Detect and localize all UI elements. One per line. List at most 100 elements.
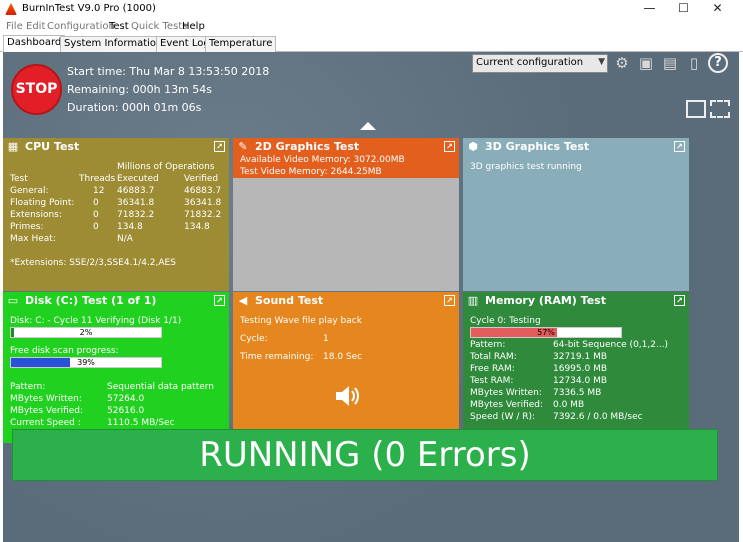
single-window-view-icon[interactable]	[686, 100, 706, 118]
scroll-up-arrow[interactable]	[360, 122, 376, 130]
disk-speed-label: Current Speed :	[10, 418, 81, 428]
disk-drive-icon: ▭	[7, 294, 19, 307]
disk-test-panel: ▭ Disk (C:) Test (1 of 1) ↗ Disk: C: - C…	[3, 292, 229, 443]
memory-row-label: MBytes Written:	[470, 388, 542, 398]
expand-icon[interactable]: ↗	[674, 295, 685, 306]
cpu-col-verified: Verified	[184, 174, 219, 184]
app-flame-icon	[5, 3, 17, 15]
disk-pattern-label: Pattern:	[10, 382, 46, 392]
cpu-row-verified: 36341.8	[184, 198, 222, 208]
print-icon[interactable]: ▤	[660, 53, 680, 73]
memory-panel-title: Memory (RAM) Test	[485, 294, 606, 307]
save-icon[interactable]: ▣	[636, 53, 656, 73]
memory-chip-icon: ▥	[467, 294, 479, 307]
cpu-chip-icon: ▦	[7, 140, 19, 153]
cpu-col-test: Test	[10, 174, 28, 184]
cpu-col-executed: Executed	[117, 174, 159, 184]
tab-dashboard[interactable]: Dashboard	[3, 35, 66, 52]
cpu-max-heat-label: Max Heat:	[10, 234, 56, 244]
memory-row-value: 64-bit Sequence (0,1,2...)	[553, 340, 669, 350]
menu-configuration[interactable]: Configuration	[47, 21, 115, 32]
title-bar: BurnInTest V9.0 Pro (1000) — ☐ ✕	[0, 0, 743, 18]
help-icon[interactable]: ?	[708, 53, 728, 73]
expand-icon[interactable]: ↗	[444, 295, 455, 306]
disk-panel-title: Disk (C:) Test (1 of 1)	[25, 294, 157, 307]
cpu-millions-header: Millions of Operations	[117, 162, 215, 172]
2d-available-memory: Available Video Memory: 3072.00MB	[240, 155, 405, 165]
sound-cycle-label: Cycle:	[240, 334, 268, 344]
memory-row-value: 12734.0 MB	[553, 376, 608, 386]
cpu-panel-title: CPU Test	[25, 140, 80, 153]
memory-row-label: Pattern:	[470, 340, 506, 350]
menu-edit[interactable]: Edit	[26, 21, 45, 32]
configuration-select[interactable]: Current configuration ▼	[472, 54, 608, 73]
chevron-down-icon: ▼	[598, 57, 605, 67]
tab-system-information[interactable]: System Information	[60, 36, 167, 52]
2d-panel-header: ✎ 2D Graphics Test ↗	[233, 138, 459, 156]
duration: Duration: 000h 01m 06s	[67, 101, 202, 114]
tab-temperature[interactable]: Temperature	[205, 36, 277, 52]
configuration-value: Current configuration	[476, 57, 584, 68]
disk-free-scan-label: Free disk scan progress:	[10, 346, 119, 356]
cpu-extensions-note: *Extensions: SSE/2/3,SSE4.1/4.2,AES	[10, 258, 176, 268]
sound-cycle-value: 1	[323, 334, 329, 344]
running-status-banner: RUNNING (0 Errors)	[12, 429, 718, 481]
memory-row-value: 16995.0 MB	[553, 364, 608, 374]
menu-bar: File Edit Configuration Test Quick Tests…	[0, 19, 743, 35]
disk-verified-label: MBytes Verified:	[10, 406, 84, 416]
cpu-row-executed: 134.8	[117, 222, 143, 232]
cpu-row-executed: 36341.8	[117, 198, 155, 208]
cpu-row-verified: 134.8	[184, 222, 210, 232]
menu-test[interactable]: Test	[109, 21, 129, 32]
minimize-button[interactable]: —	[632, 0, 667, 18]
memory-row-value: 32719.1 MB	[553, 352, 608, 362]
memory-progress-bar: 57%	[470, 327, 622, 338]
cpu-row-executed: 46883.7	[117, 186, 155, 196]
disk-written-label: MBytes Written:	[10, 394, 82, 404]
clipboard-icon[interactable]: ▯	[684, 53, 704, 73]
3d-graphics-panel: ⬢ 3D Graphics Test ↗ 3D graphics test ru…	[463, 138, 689, 291]
expand-icon[interactable]: ↗	[214, 141, 225, 152]
cpu-row-name: General:	[10, 186, 49, 196]
3d-status: 3D graphics test running	[470, 162, 582, 172]
memory-row-value: 0.0 MB	[553, 400, 585, 410]
cpu-row-verified: 46883.7	[184, 186, 222, 196]
memory-row-value: 7336.5 MB	[553, 388, 602, 398]
expand-icon[interactable]: ↗	[444, 141, 455, 152]
cpu-test-panel: ▦ CPU Test ↗ Millions of Operations Test…	[3, 138, 229, 291]
brush-icon: ✎	[238, 140, 248, 153]
stop-button[interactable]: STOP	[11, 64, 62, 115]
disk-speed-value: 1110.5 MB/Sec	[107, 418, 175, 428]
close-button[interactable]: ✕	[700, 0, 735, 18]
2d-panel-title: 2D Graphics Test	[255, 140, 360, 153]
memory-row-label: Test RAM:	[470, 376, 514, 386]
expand-icon[interactable]: ↗	[214, 295, 225, 306]
disk-panel-header: ▭ Disk (C:) Test (1 of 1) ↗	[3, 292, 229, 310]
sound-status: Testing Wave file play back	[240, 316, 362, 326]
menu-file[interactable]: File	[6, 21, 23, 32]
disk-free-percent: 39%	[77, 358, 95, 367]
disk-cycle-percent: 2%	[79, 328, 93, 337]
3d-shapes-icon: ⬢	[468, 140, 478, 153]
cpu-row-name: Primes:	[10, 222, 44, 232]
memory-row-label: Total RAM:	[470, 352, 517, 362]
2d-test-memory: Test Video Memory: 2644.25MB	[240, 167, 382, 177]
cpu-row-name: Floating Point:	[10, 198, 75, 208]
cpu-row-verified: 71832.2	[184, 210, 222, 220]
cpu-row-threads: 12	[93, 186, 105, 196]
tab-bar: Dashboard System Information Event Log T…	[0, 35, 743, 52]
memory-panel-header: ▥ Memory (RAM) Test ↗	[463, 292, 689, 310]
maximize-button[interactable]: ☐	[666, 0, 701, 18]
cpu-row-threads: 0	[93, 210, 99, 220]
grid-view-icon[interactable]	[710, 100, 730, 118]
sound-panel-header: ◀ Sound Test ↗	[233, 292, 459, 310]
cpu-col-threads: Threads	[79, 174, 116, 184]
expand-icon[interactable]: ↗	[674, 141, 685, 152]
settings-gear-icon[interactable]: ⚙	[612, 53, 632, 73]
memory-row-label: Speed (W / R):	[470, 412, 536, 422]
memory-test-panel: ▥ Memory (RAM) Test ↗ Cycle 0: Testing 5…	[463, 292, 689, 443]
menu-quick-tests[interactable]: Quick Tests	[131, 21, 187, 32]
menu-help[interactable]: Help	[182, 21, 205, 32]
2d-render-area	[233, 178, 459, 291]
2d-graphics-panel: ✎ 2D Graphics Test ↗ Available Video Mem…	[233, 138, 459, 291]
